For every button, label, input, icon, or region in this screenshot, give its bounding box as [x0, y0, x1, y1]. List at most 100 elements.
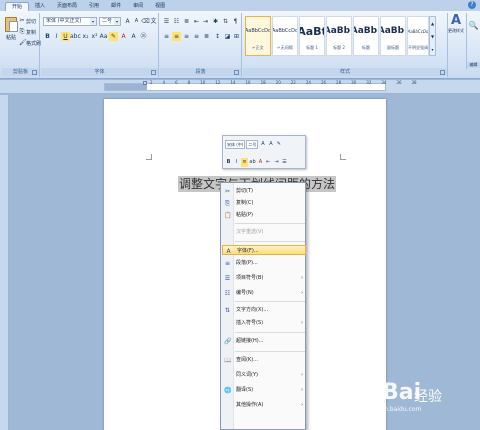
change-case-button[interactable]: Aa	[99, 32, 108, 41]
distribute-icon[interactable]: ≣	[202, 32, 211, 41]
copy-button[interactable]: ⎘ 复制	[19, 28, 36, 36]
grow-font-icon[interactable]: A	[259, 140, 266, 149]
mini-italic-button[interactable]: I	[233, 158, 240, 167]
char-shading-button[interactable]: A	[129, 32, 138, 41]
subscript-button[interactable]: x₂	[81, 32, 90, 41]
clipboard-launcher[interactable]	[32, 70, 37, 75]
numbering-icon: ☷	[224, 290, 231, 297]
shrink-font-icon[interactable]: A	[267, 140, 274, 149]
tab-references[interactable]: 引用	[83, 2, 105, 11]
paragraph-group: ☰ ☷ ≣ ⇤ ⇥ ✱ ⇅ ¶ ≡ ≡ ≡ ≡ ≣ ↕ ◪ ⊞ 段落	[160, 13, 242, 77]
cut-button[interactable]: ✂ 剪切	[19, 17, 36, 25]
highlight-icon[interactable]: ✎	[109, 32, 118, 41]
style-heading1[interactable]: AaBt 标题 1	[299, 16, 325, 56]
align-right-icon[interactable]: ≡	[182, 32, 191, 41]
tab-home[interactable]: 开始	[5, 2, 30, 11]
menu-item-lookup[interactable]: 📖 查阅(K)...	[222, 355, 306, 365]
style-subtitle[interactable]: AaBb( 副标题	[380, 16, 406, 56]
menu-item-translate[interactable]: 🌐 翻译(S) ›	[222, 385, 306, 395]
tab-review[interactable]: 审阅	[127, 2, 149, 11]
chevron-right-icon: ›	[301, 372, 303, 378]
menu-item-cut[interactable]: ✂ 剪切(T)	[222, 186, 306, 196]
tab-page-layout[interactable]: 页面布局	[51, 2, 83, 11]
help-icon[interactable]: ?	[468, 1, 476, 9]
sort-icon[interactable]: ⇅	[221, 17, 230, 26]
mini-bullets-icon[interactable]: ☰	[281, 158, 288, 167]
styles-group-label: 样式	[243, 68, 447, 76]
justify-icon[interactable]: ≡	[192, 32, 201, 41]
align-center-icon[interactable]: ≡	[172, 32, 181, 41]
bullets-icon[interactable]: ☰	[162, 17, 171, 26]
format-painter-button[interactable]: 🖌 格式刷	[19, 39, 41, 47]
style-title[interactable]: AaBb( 标题	[353, 16, 379, 56]
bold-button[interactable]: B	[43, 32, 52, 41]
mini-font-color-icon[interactable]: A	[257, 158, 264, 167]
menu-item-bullets[interactable]: ☰ 项目符号(B) ›	[222, 273, 306, 283]
mini-toolbar-row-1: 宋体 (中) 二号 A A ✎	[225, 138, 282, 150]
paragraph-launcher[interactable]	[234, 70, 239, 75]
superscript-button[interactable]: x²	[90, 32, 99, 41]
styles-scroll[interactable]: ▲ ▼ ▾	[429, 16, 436, 56]
style-subtle-emphasis[interactable]: AaBbCcDd 不明显强调	[407, 16, 429, 56]
increase-indent-icon[interactable]: ⇥	[201, 17, 210, 26]
menu-item-hyperlink[interactable]: 🔗 超链接(H)...	[222, 336, 306, 346]
line-spacing-icon[interactable]: ↕	[213, 32, 222, 41]
multilevel-list-icon[interactable]: ≣	[182, 17, 191, 26]
strikethrough-button[interactable]: abc	[70, 32, 81, 41]
font-launcher[interactable]	[151, 70, 156, 75]
menu-item-insert-symbol[interactable]: 插入符号(S) ›	[222, 318, 306, 328]
numbering-icon[interactable]: ☷	[172, 17, 181, 26]
indent-marker[interactable]	[143, 81, 147, 85]
menu-item-more-actions[interactable]: 其他操作(A) ›	[222, 400, 306, 410]
styles-group: AaBbCcDd ↵正文 AaBbCcDd ↵无间隔 AaBt 标题 1 AaB…	[243, 13, 448, 77]
show-marks-icon[interactable]: ¶	[231, 17, 240, 26]
change-styles-icon: A	[450, 13, 462, 28]
horizontal-ruler[interactable]: 2 4 6 8 10 12 14 16 18 20 22 24 26 28 30 32 34 36 38	[0, 80, 480, 94]
mini-bold-button[interactable]: B	[225, 158, 232, 167]
style-heading2[interactable]: AaBb( 标题 2	[326, 16, 352, 56]
style-no-spacing[interactable]: AaBbCcDd ↵无间隔	[272, 16, 298, 56]
menu-item-font[interactable]: A 字体(F)...	[222, 245, 306, 255]
tab-view[interactable]: 视图	[149, 2, 171, 11]
mini-decrease-indent-icon[interactable]: ⇤	[265, 158, 272, 167]
styles-launcher[interactable]	[440, 70, 445, 75]
decrease-indent-icon[interactable]: ⇤	[192, 17, 201, 26]
menu-item-numbering[interactable]: ☷ 编号(N) ›	[222, 288, 306, 298]
change-styles-button[interactable]: A 更改样式	[448, 13, 464, 69]
format-painter-icon[interactable]: ✎	[275, 140, 282, 149]
mini-increase-indent-icon[interactable]: ⇥	[273, 158, 280, 167]
chevron-right-icon: ›	[301, 275, 303, 281]
chevron-down-icon[interactable]: ▾	[114, 18, 120, 25]
font-size-select[interactable]: 二号 ▾	[99, 17, 121, 26]
shrink-font-button[interactable]: A	[132, 17, 141, 26]
phonetic-button[interactable]: 文	[149, 17, 158, 26]
style-normal[interactable]: AaBbCcDd ↵正文	[245, 16, 271, 56]
menu-item-text-direction[interactable]: ⇅ 文字方向(X)...	[222, 305, 306, 315]
italic-button[interactable]: I	[52, 32, 61, 41]
hyperlink-icon: 🔗	[224, 338, 232, 345]
chevron-down-icon[interactable]: ▾	[90, 18, 96, 25]
font-color-button[interactable]: A	[119, 32, 128, 41]
font-name-select[interactable]: 宋体 (中文正文) ▾	[43, 17, 97, 26]
tab-mailings[interactable]: 邮件	[105, 2, 127, 11]
tab-insert[interactable]: 插入	[29, 2, 51, 11]
clipboard-group: 粘贴 ✂ 剪切 ⎘ 复制 🖌 格式刷 剪贴板	[2, 13, 41, 77]
chinese-layout-icon[interactable]: ✱	[211, 17, 220, 26]
menu-item-paste[interactable]: 📋 粘贴(P)	[222, 210, 306, 220]
grow-font-button[interactable]: A	[123, 17, 132, 26]
mini-size-select[interactable]: 二号	[246, 139, 259, 149]
mini-highlight-icon[interactable]: ab	[249, 158, 256, 167]
menu-item-synonyms[interactable]: 同义词(Y) ›	[222, 370, 306, 380]
editing-group[interactable]: 🔍 编辑	[466, 13, 480, 69]
underline-button[interactable]: U	[61, 32, 70, 41]
paste-button[interactable]: 粘贴	[4, 15, 18, 55]
vertical-ruler[interactable]	[0, 95, 9, 430]
border-icon[interactable]: ⊞	[232, 32, 241, 41]
shading-icon[interactable]: ◪	[223, 32, 232, 41]
mini-center-icon[interactable]: ≡	[241, 157, 248, 167]
menu-item-copy[interactable]: ⎘ 复制(C)	[222, 198, 306, 208]
menu-item-paragraph[interactable]: ≡ 段落(P)...	[222, 258, 306, 268]
align-left-icon[interactable]: ≡	[162, 32, 171, 41]
enclose-char-button[interactable]: ㊂	[139, 32, 148, 41]
mini-font-select[interactable]: 宋体 (中)	[225, 139, 246, 149]
